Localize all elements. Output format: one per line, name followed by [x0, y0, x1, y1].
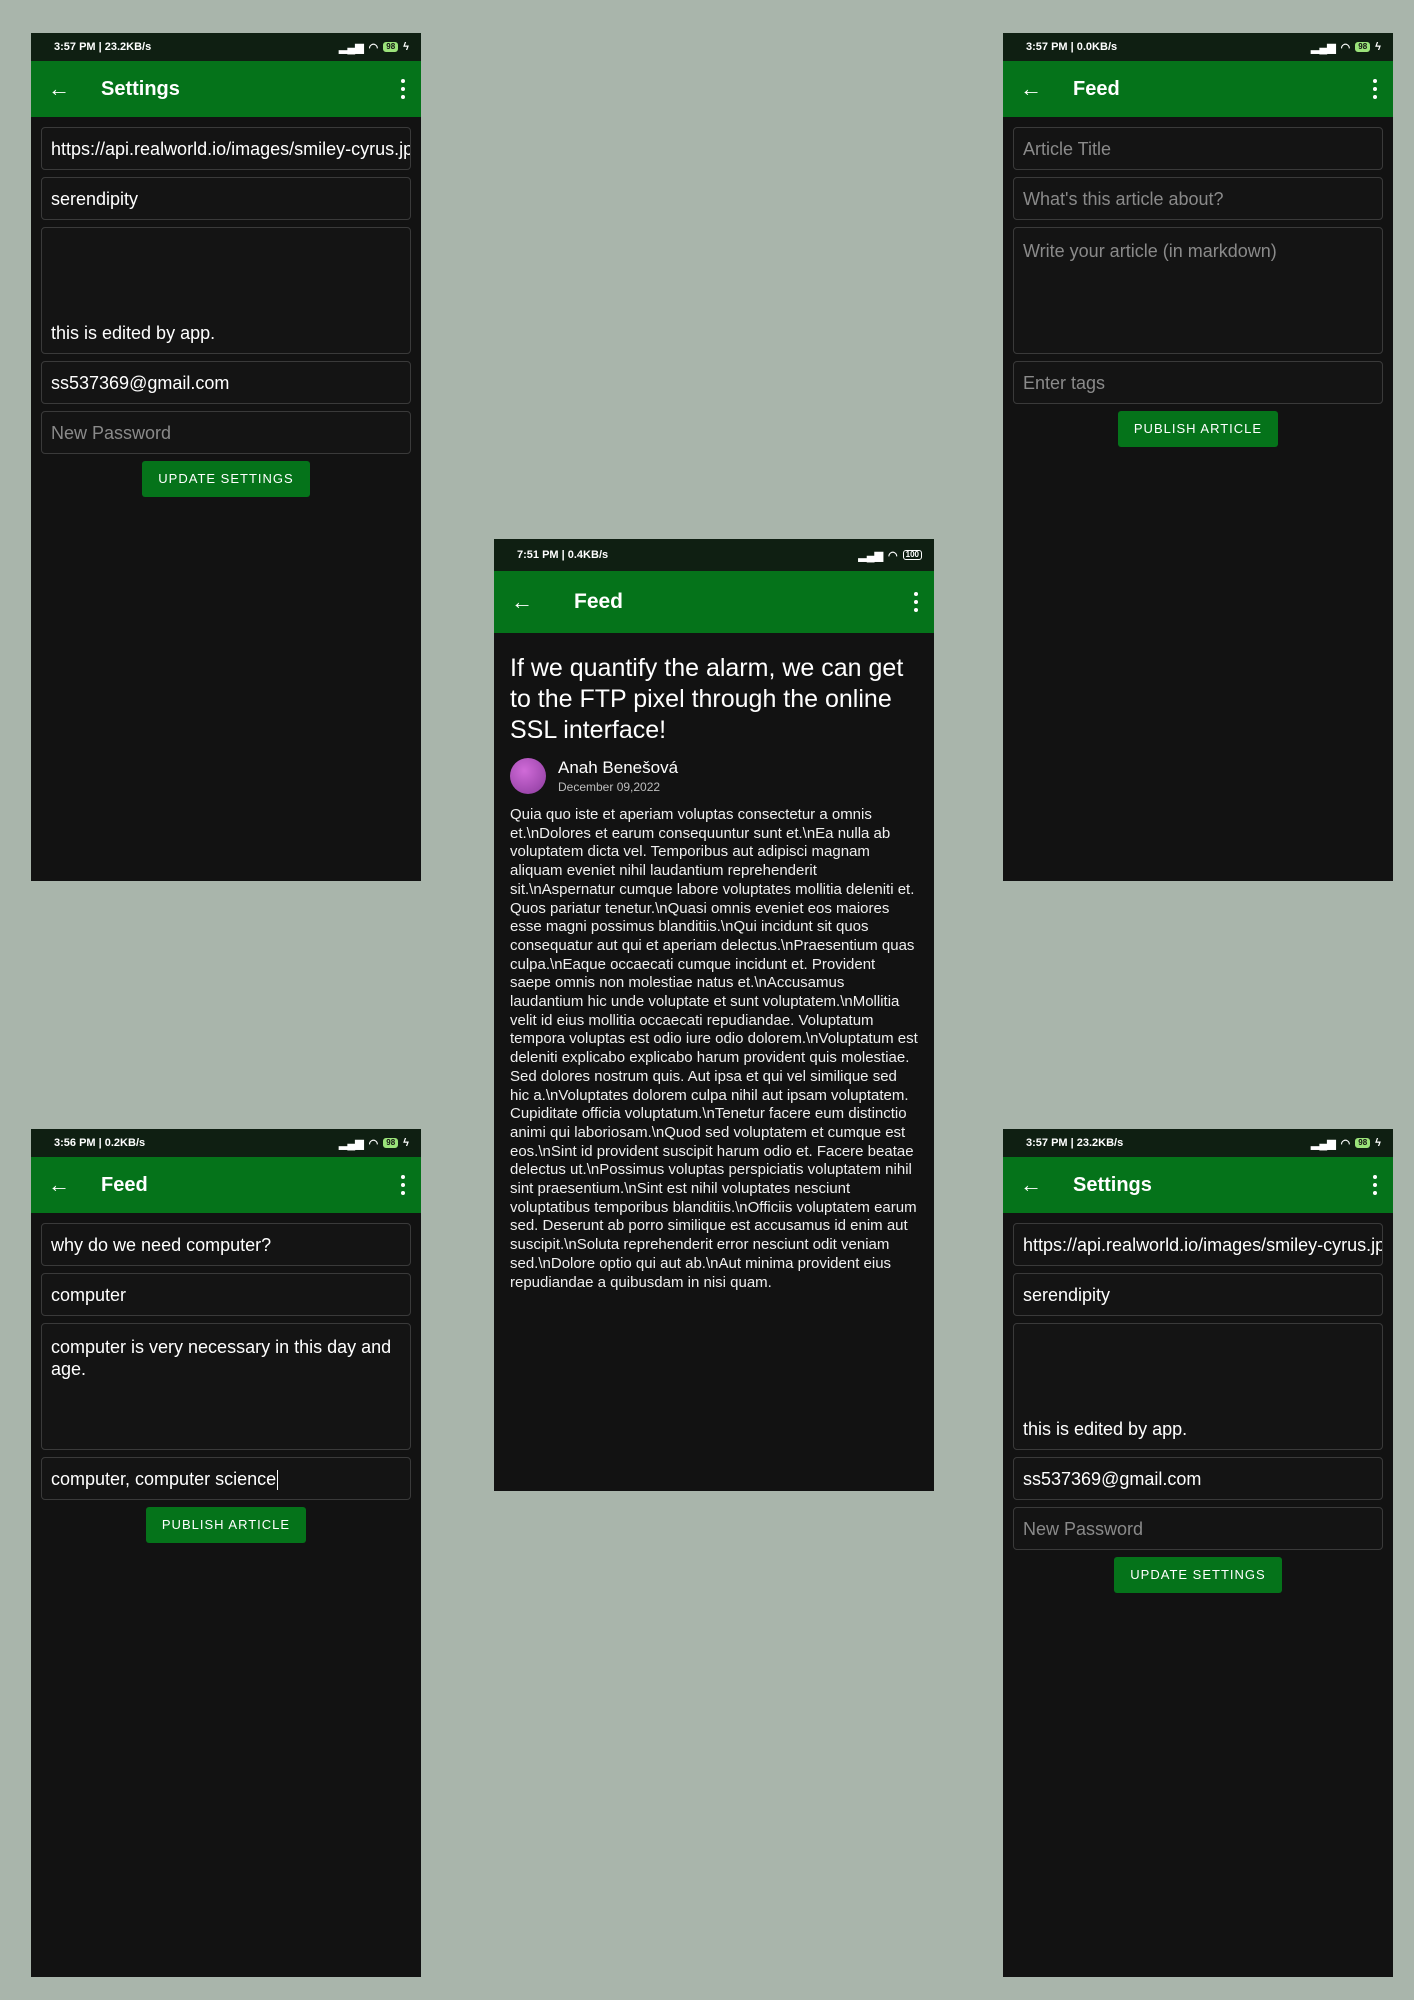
username-input[interactable]: serendipity — [1013, 1273, 1383, 1316]
back-arrow-icon[interactable]: ← — [31, 76, 87, 102]
image-url-input[interactable]: https://api.realworld.io/images/smiley-c… — [41, 127, 411, 170]
settings-form: https://api.realworld.io/images/smiley-c… — [1003, 1213, 1393, 1593]
signal-icon: ▂▄▆ — [858, 549, 884, 562]
tags-input[interactable]: Enter tags — [1013, 361, 1383, 404]
status-bar: 3:57 PM | 0.0KB/s ▂▄▆ ◠ 98 ϟ — [1003, 33, 1393, 61]
status-bar: 3:57 PM | 23.2KB/s ▂▄▆ ◠ 98 ϟ — [1003, 1129, 1393, 1157]
article-form: why do we need computer? computer comput… — [31, 1213, 421, 1543]
update-settings-button[interactable]: UPDATE SETTINGS — [1114, 1557, 1282, 1593]
status-time: 3:57 PM | 23.2KB/s — [54, 41, 152, 53]
publish-article-button[interactable]: PUBLISH ARTICLE — [145, 1507, 307, 1543]
article-body-textarea[interactable]: Write your article (in markdown) — [1013, 227, 1383, 354]
password-input[interactable]: New Password — [41, 411, 411, 454]
tags-input[interactable]: computer, computer science — [41, 1457, 411, 1500]
bio-text: this is edited by app. — [51, 323, 216, 343]
article-title-input[interactable]: why do we need computer? — [41, 1223, 411, 1266]
image-url-input[interactable]: https://api.realworld.io/images/smiley-c… — [1013, 1223, 1383, 1266]
article-body-placeholder: Write your article (in markdown) — [1023, 241, 1277, 261]
wifi-icon: ◠ — [368, 1137, 379, 1150]
article-body-text: computer is very necessary in this day a… — [51, 1337, 392, 1379]
author-name[interactable]: Anah Benešová — [558, 758, 678, 778]
status-time: 3:57 PM | 23.2KB/s — [1026, 1137, 1124, 1149]
bio-text: this is edited by app. — [1023, 1419, 1188, 1439]
new-article-screen: 3:57 PM | 0.0KB/s ▂▄▆ ◠ 98 ϟ ← Feed Arti… — [1003, 33, 1393, 881]
wifi-icon: ◠ — [888, 549, 898, 562]
wifi-icon: ◠ — [1340, 1137, 1351, 1150]
app-bar: ← Settings — [31, 61, 421, 117]
charging-icon: ϟ — [1375, 1137, 1381, 1149]
battery-icon: 98 — [1355, 42, 1371, 52]
back-arrow-icon[interactable]: ← — [1003, 1172, 1059, 1198]
status-bar: 3:57 PM | 23.2KB/s ▂▄▆ ◠ 98 ϟ — [31, 33, 421, 61]
author-row: Anah Benešová December 09,2022 — [510, 758, 918, 794]
text-cursor — [277, 1470, 279, 1491]
more-vert-icon[interactable] — [1373, 1175, 1377, 1195]
page-title: Settings — [101, 77, 180, 100]
status-bar: 7:51 PM | 0.4KB/s ▂▄▆ ◠ 100 — [494, 539, 934, 571]
publish-article-button[interactable]: PUBLISH ARTICLE — [1117, 411, 1279, 447]
email-input[interactable]: ss537369@gmail.com — [1013, 1457, 1383, 1500]
status-time: 7:51 PM | 0.4KB/s — [517, 549, 609, 561]
app-bar: ← Feed — [1003, 61, 1393, 117]
settings-screen-top: 3:57 PM | 23.2KB/s ▂▄▆ ◠ 98 ϟ ← Settings… — [31, 33, 421, 881]
app-bar: ← Settings — [1003, 1157, 1393, 1213]
status-time: 3:57 PM | 0.0KB/s — [1026, 41, 1118, 53]
charging-icon: ϟ — [403, 1137, 409, 1149]
more-vert-icon[interactable] — [1373, 79, 1377, 99]
charging-icon: ϟ — [1375, 41, 1381, 53]
charging-icon: ϟ — [403, 41, 409, 53]
bio-textarea[interactable]: this is edited by app. — [41, 227, 411, 354]
page-title: Settings — [1073, 1173, 1152, 1196]
article-body-textarea[interactable]: computer is very necessary in this day a… — [41, 1323, 411, 1450]
wifi-icon: ◠ — [1340, 41, 1351, 54]
settings-form: https://api.realworld.io/images/smiley-c… — [31, 117, 421, 497]
more-vert-icon[interactable] — [914, 592, 918, 612]
battery-icon: 98 — [383, 1138, 399, 1148]
back-arrow-icon[interactable]: ← — [494, 589, 550, 615]
article-form: Article Title What's this article about?… — [1003, 117, 1393, 447]
battery-icon: 98 — [1355, 1138, 1371, 1148]
article-body: Quia quo iste et aperiam voluptas consec… — [510, 806, 918, 1291]
signal-icon: ▂▄▆ — [338, 1137, 364, 1150]
username-input[interactable]: serendipity — [41, 177, 411, 220]
settings-screen-bottom: 3:57 PM | 23.2KB/s ▂▄▆ ◠ 98 ϟ ← Settings… — [1003, 1129, 1393, 1977]
article-title-input[interactable]: Article Title — [1013, 127, 1383, 170]
wifi-icon: ◠ — [368, 41, 379, 54]
article-about-input[interactable]: What's this article about? — [1013, 177, 1383, 220]
article-content: If we quantify the alarm, we can get to … — [494, 633, 934, 1292]
more-vert-icon[interactable] — [401, 1175, 405, 1195]
article-date: December 09,2022 — [558, 780, 661, 794]
article-detail-screen: 7:51 PM | 0.4KB/s ▂▄▆ ◠ 100 ← Feed If we… — [494, 539, 934, 1491]
filled-article-screen: 3:56 PM | 0.2KB/s ▂▄▆ ◠ 98 ϟ ← Feed why … — [31, 1129, 421, 1977]
article-about-input[interactable]: computer — [41, 1273, 411, 1316]
status-time: 3:56 PM | 0.2KB/s — [54, 1137, 146, 1149]
app-bar: ← Feed — [494, 571, 934, 633]
page-title: Feed — [101, 1173, 148, 1196]
signal-icon: ▂▄▆ — [1310, 1137, 1336, 1150]
back-arrow-icon[interactable]: ← — [1003, 76, 1059, 102]
bio-textarea[interactable]: this is edited by app. — [1013, 1323, 1383, 1450]
app-bar: ← Feed — [31, 1157, 421, 1213]
status-bar: 3:56 PM | 0.2KB/s ▂▄▆ ◠ 98 ϟ — [31, 1129, 421, 1157]
back-arrow-icon[interactable]: ← — [31, 1172, 87, 1198]
page-title: Feed — [574, 590, 624, 613]
battery-icon: 98 — [383, 42, 399, 52]
tags-text: computer, computer science — [51, 1469, 277, 1489]
battery-icon: 100 — [902, 550, 922, 560]
signal-icon: ▂▄▆ — [338, 41, 364, 54]
more-vert-icon[interactable] — [401, 79, 405, 99]
signal-icon: ▂▄▆ — [1310, 41, 1336, 54]
article-title: If we quantify the alarm, we can get to … — [510, 654, 904, 744]
email-input[interactable]: ss537369@gmail.com — [41, 361, 411, 404]
update-settings-button[interactable]: UPDATE SETTINGS — [142, 461, 310, 497]
page-title: Feed — [1073, 77, 1120, 100]
password-input[interactable]: New Password — [1013, 1507, 1383, 1550]
avatar[interactable] — [510, 758, 546, 794]
